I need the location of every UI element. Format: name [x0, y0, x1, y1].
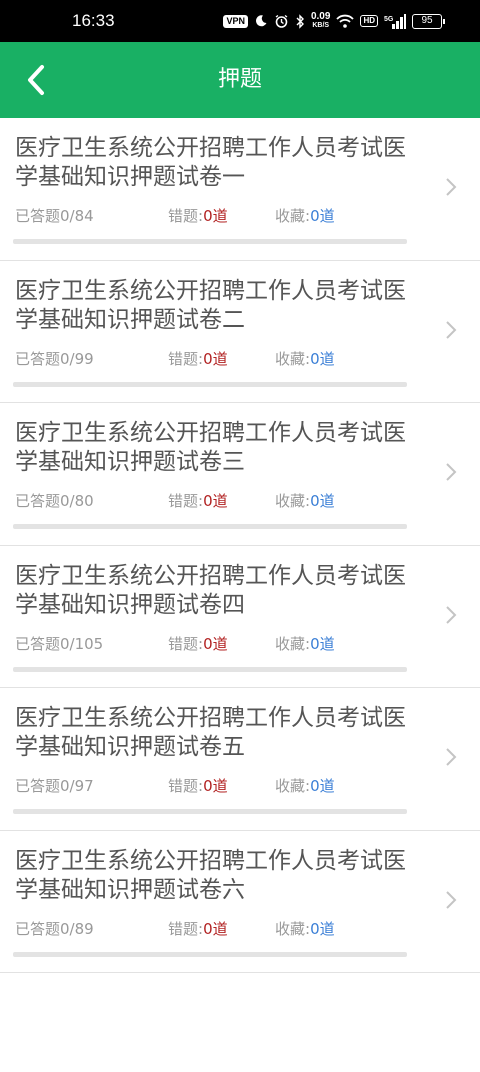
exam-stats: 已答题0/97 错题:0道 收藏:0道 [15, 776, 415, 796]
chevron-right-icon [446, 178, 457, 196]
wrong-label: 错题: [168, 492, 204, 510]
status-icons: VPN 0.09 KB/S HD 5G 95 [223, 0, 445, 42]
alarm-icon [275, 14, 288, 28]
wrong-label: 错题: [168, 634, 204, 653]
progress-bar [13, 524, 407, 529]
wrong-count: 错题:0道 [168, 634, 228, 654]
answered-count: 已答题0/80 [15, 492, 94, 510]
exam-stats: 已答题0/99 错题:0道 收藏:0道 [15, 349, 415, 369]
network-speed: 0.09 KB/S [310, 11, 331, 30]
answered-count: 已答题0/99 [15, 349, 94, 368]
hd-icon: HD [360, 15, 378, 27]
wrong-value: 0道 [203, 919, 228, 938]
exam-title: 医疗卫生系统公开招聘工作人员考试医学基础知识押题试卷五 [15, 705, 406, 760]
favorite-label: 收藏: [275, 207, 311, 225]
wrong-value: 0道 [203, 777, 228, 795]
progress-bar [13, 809, 407, 814]
exam-title: 医疗卫生系统公开招聘工作人员考试医学基础知识押题试卷三 [15, 420, 406, 475]
exam-list-item-5[interactable]: 医疗卫生系统公开招聘工作人员考试医学基础知识押题试卷五 已答题0/97 错题:0… [0, 688, 480, 831]
answered-count: 已答题0/89 [15, 919, 94, 938]
wrong-count: 错题:0道 [168, 206, 228, 226]
favorite-value: 0道 [310, 492, 335, 510]
exam-title: 医疗卫生系统公开招聘工作人员考试医学基础知识押题试卷六 [15, 847, 406, 903]
progress-bar [13, 381, 407, 387]
exam-list-item-1[interactable]: 医疗卫生系统公开招聘工作人员考试医学基础知识押题试卷一 已答题0/84 错题:0… [0, 118, 480, 261]
bluetooth-icon [296, 13, 304, 29]
favorite-label: 收藏: [275, 777, 311, 795]
vpn-icon: VPN [223, 14, 248, 28]
favorite-value: 0道 [310, 919, 335, 938]
exam-stats: 已答题0/84 错题:0道 收藏:0道 [15, 206, 415, 226]
answered-count: 已答题0/105 [15, 634, 104, 653]
favorite-count: 收藏:0道 [275, 776, 335, 796]
favorite-count: 收藏:0道 [275, 634, 335, 654]
favorite-count: 收藏:0道 [275, 919, 335, 939]
favorite-label: 收藏: [275, 492, 311, 510]
favorite-label: 收藏: [275, 634, 311, 653]
exam-list-item-4[interactable]: 医疗卫生系统公开招聘工作人员考试医学基础知识押题试卷四 已答题0/105 错题:… [0, 546, 480, 688]
answered-count: 已答题0/97 [15, 777, 94, 795]
favorite-value: 0道 [310, 634, 335, 653]
favorite-count: 收藏:0道 [275, 491, 335, 511]
wrong-value: 0道 [203, 349, 228, 368]
favorite-label: 收藏: [275, 919, 311, 938]
page-title: 押题 [217, 67, 262, 92]
progress-bar [13, 666, 407, 672]
exam-list-item-6[interactable]: 医疗卫生系统公开招聘工作人员考试医学基础知识押题试卷六 已答题0/89 错题:0… [0, 831, 480, 973]
exam-stats: 已答题0/89 错题:0道 收藏:0道 [15, 919, 415, 939]
chevron-right-icon [446, 748, 457, 766]
exam-title: 医疗卫生系统公开招聘工作人员考试医学基础知识押题试卷二 [15, 277, 406, 333]
wrong-label: 错题: [168, 919, 204, 938]
moon-icon [255, 15, 267, 27]
exam-title: 医疗卫生系统公开招聘工作人员考试医学基础知识押题试卷四 [15, 562, 406, 618]
svg-text:5G: 5G [384, 16, 394, 23]
status-bar: 16:33 VPN 0.09 KB/S HD 5G 95 [0, 0, 480, 42]
favorite-value: 0道 [310, 207, 335, 225]
exam-title: 医疗卫生系统公开招聘工作人员考试医学基础知识押题试卷一 [15, 135, 406, 190]
favorite-count: 收藏:0道 [275, 206, 335, 226]
chevron-right-icon [446, 320, 457, 339]
wrong-count: 错题:0道 [168, 919, 228, 939]
exam-list-item-2[interactable]: 医疗卫生系统公开招聘工作人员考试医学基础知识押题试卷二 已答题0/99 错题:0… [0, 261, 480, 403]
progress-bar [13, 951, 407, 957]
answered-count: 已答题0/84 [15, 207, 94, 225]
chevron-right-icon [446, 463, 457, 481]
exam-stats: 已答题0/105 错题:0道 收藏:0道 [15, 634, 415, 654]
chevron-right-icon [446, 605, 457, 624]
wrong-value: 0道 [203, 207, 228, 225]
wifi-icon [336, 14, 355, 28]
wrong-value: 0道 [203, 492, 228, 510]
battery-icon: 95 [412, 13, 445, 29]
wrong-value: 0道 [203, 634, 228, 653]
chevron-right-icon [446, 890, 457, 909]
favorite-count: 收藏:0道 [275, 349, 335, 369]
exam-stats: 已答题0/80 错题:0道 收藏:0道 [15, 491, 415, 511]
app-bar: 押题 [0, 42, 480, 118]
favorite-value: 0道 [310, 349, 335, 368]
status-time: 16:33 [72, 11, 115, 30]
progress-bar [13, 239, 407, 244]
exam-list-item-3[interactable]: 医疗卫生系统公开招聘工作人员考试医学基础知识押题试卷三 已答题0/80 错题:0… [0, 403, 480, 546]
wrong-label: 错题: [168, 207, 204, 225]
wrong-count: 错题:0道 [168, 349, 228, 369]
favorite-label: 收藏: [275, 349, 311, 368]
wrong-label: 错题: [168, 349, 204, 368]
exam-list: 医疗卫生系统公开招聘工作人员考试医学基础知识押题试卷一 已答题0/84 错题:0… [0, 118, 480, 973]
signal-icon: 5G [384, 13, 406, 29]
wrong-label: 错题: [168, 777, 204, 795]
favorite-value: 0道 [310, 777, 335, 795]
wrong-count: 错题:0道 [168, 491, 228, 511]
wrong-count: 错题:0道 [168, 776, 228, 796]
